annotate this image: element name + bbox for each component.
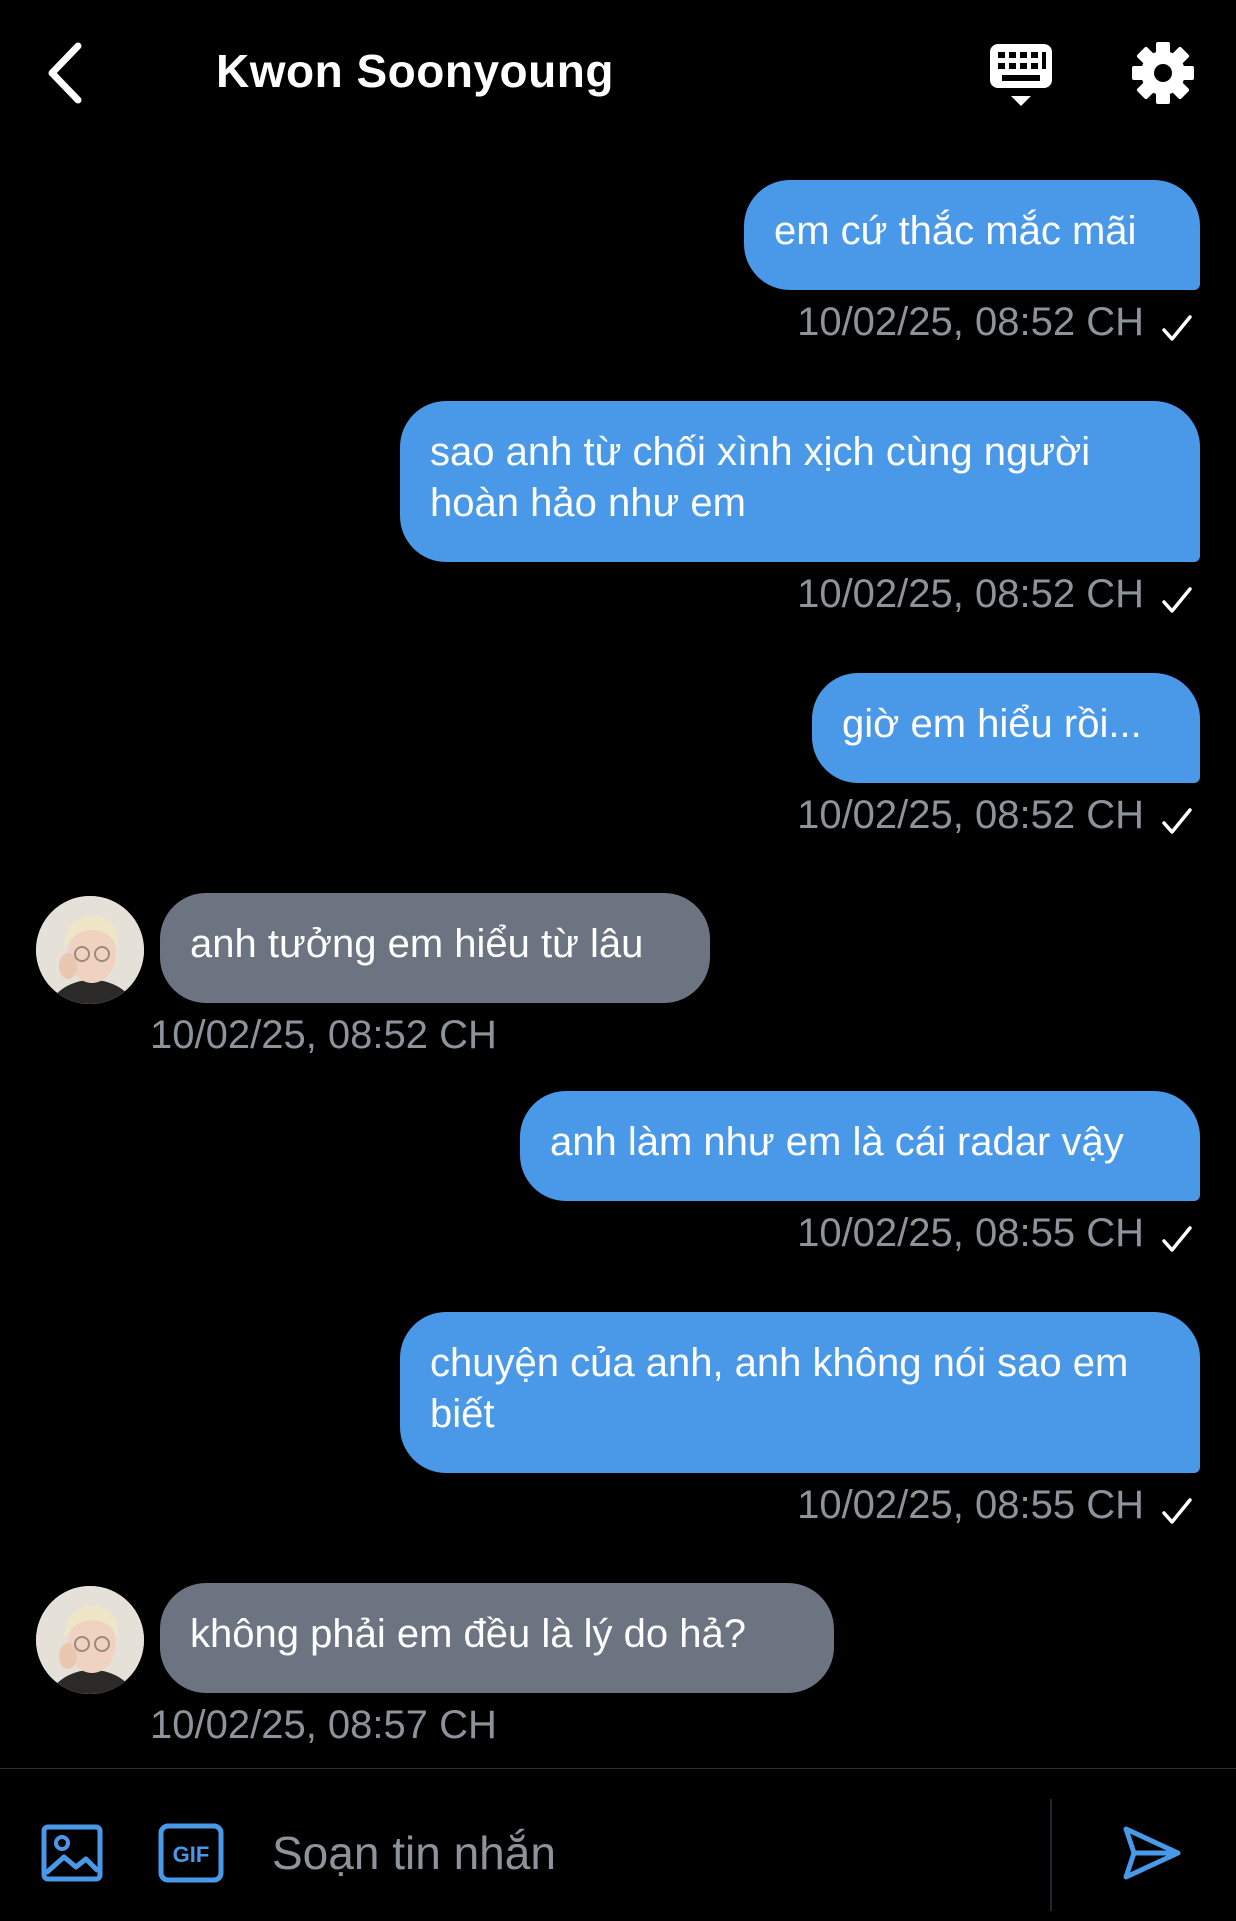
send-button[interactable]: [1120, 1821, 1184, 1885]
message-text: sao anh từ chối xình xịch cùng người hoà…: [430, 430, 1091, 525]
message-composer: GIF: [0, 1768, 1236, 1921]
message-bubble-incoming[interactable]: anh tưởng em hiểu từ lâu: [160, 893, 710, 1003]
message-bubble-outgoing[interactable]: sao anh từ chối xình xịch cùng người hoà…: [400, 401, 1200, 562]
message-timestamp: 10/02/25, 08:52 CH: [150, 1013, 497, 1057]
message-bubble-outgoing[interactable]: em cứ thắc mắc mãi: [744, 180, 1200, 290]
avatar-image: [36, 896, 144, 1004]
gif-label: GIF: [173, 1842, 210, 1867]
contact-avatar[interactable]: [36, 1586, 144, 1694]
gif-icon: GIF: [158, 1823, 224, 1883]
contact-avatar[interactable]: [36, 896, 144, 1004]
message-text: giờ em hiểu rồi...: [842, 702, 1142, 746]
conversation-title: Kwon Soonyoung: [216, 45, 614, 97]
message-text: không phải em đều là lý do hả?: [190, 1612, 746, 1656]
message-bubble-outgoing[interactable]: anh làm như em là cái radar vậy: [520, 1091, 1200, 1201]
message-timestamp: 10/02/25, 08:52 CH: [797, 300, 1144, 344]
gif-button[interactable]: GIF: [158, 1823, 224, 1883]
message-text: em cứ thắc mắc mãi: [774, 209, 1137, 253]
message-timestamp: 10/02/25, 08:52 CH: [797, 793, 1144, 837]
gear-icon: [1132, 42, 1194, 104]
checkmark-icon: [1162, 587, 1192, 613]
send-icon: [1123, 1826, 1181, 1880]
keyboard-button[interactable]: [986, 40, 1056, 110]
message-bubble-outgoing[interactable]: giờ em hiểu rồi...: [812, 673, 1200, 783]
message-timestamp: 10/02/25, 08:52 CH: [797, 572, 1144, 616]
checkmark-icon: [1162, 808, 1192, 834]
message-timestamp: 10/02/25, 08:57 CH: [150, 1703, 497, 1747]
message-timestamp: 10/02/25, 08:55 CH: [797, 1211, 1144, 1255]
message-text: anh tưởng em hiểu từ lâu: [190, 922, 644, 966]
chevron-left-icon: [48, 42, 82, 104]
settings-button[interactable]: [1130, 40, 1196, 106]
message-text: chuyện của anh, anh không nói sao em biế…: [430, 1341, 1129, 1436]
message-bubble-outgoing[interactable]: chuyện của anh, anh không nói sao em biế…: [400, 1312, 1200, 1473]
checkmark-icon: [1162, 315, 1192, 341]
chat-header: Kwon Soonyoung: [0, 0, 1236, 150]
composer-divider: [1050, 1799, 1052, 1911]
attach-image-button[interactable]: [40, 1821, 104, 1885]
checkmark-icon: [1162, 1498, 1192, 1524]
image-icon: [41, 1824, 103, 1882]
message-text: anh làm như em là cái radar vậy: [550, 1120, 1124, 1164]
avatar-image: [36, 1586, 144, 1694]
back-button[interactable]: [42, 38, 92, 108]
checkmark-icon: [1162, 1226, 1192, 1252]
message-timestamp: 10/02/25, 08:55 CH: [797, 1483, 1144, 1527]
keyboard-icon: [990, 44, 1052, 106]
message-bubble-incoming[interactable]: không phải em đều là lý do hả?: [160, 1583, 834, 1693]
message-input[interactable]: [270, 1809, 1034, 1897]
